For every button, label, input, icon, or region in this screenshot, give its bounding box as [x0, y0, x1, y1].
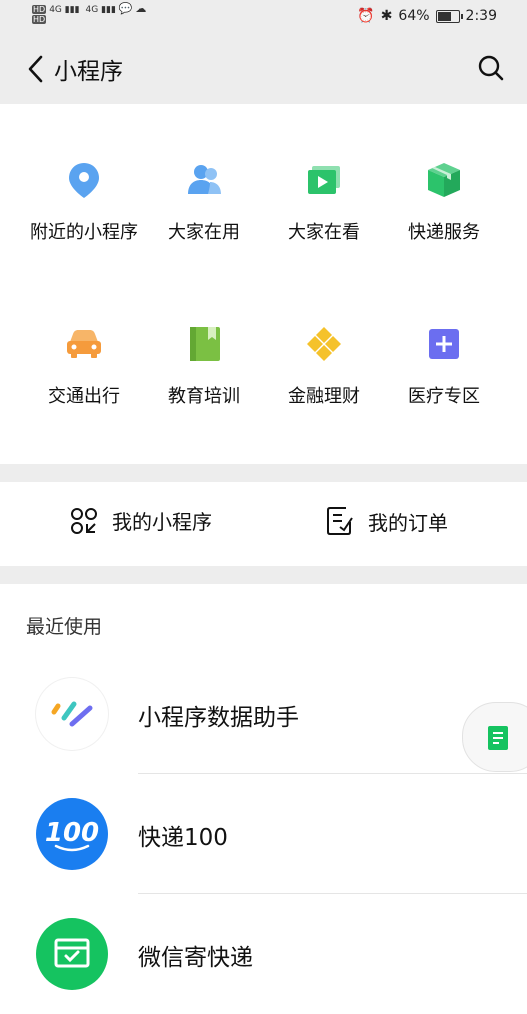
signal-icon: ▮▮▮ [64, 5, 80, 15]
hd-badge: HD [32, 5, 47, 14]
wechat-notification-icon: 💬 [118, 2, 133, 15]
my-orders-label: 我的订单 [368, 510, 448, 535]
category-label: 附近的小程序 [30, 222, 138, 243]
battery-icon [435, 9, 463, 23]
recent-item[interactable]: 100 快递100 [0, 774, 527, 894]
my-section: 我的小程序 我的订单 [0, 482, 527, 566]
category-transport[interactable]: 交通出行 [18, 324, 150, 408]
recent-item-name: 微信寄快递 [138, 945, 253, 971]
recent-item-name: 小程序数据助手 [138, 705, 299, 731]
clock: 2:39 [465, 8, 497, 24]
category-express[interactable]: 快递服务 [378, 160, 510, 244]
category-label: 大家在用 [168, 222, 240, 243]
floating-order-button[interactable] [462, 702, 527, 772]
location-pin-icon [69, 163, 99, 198]
search-icon[interactable] [477, 54, 505, 82]
category-finance[interactable]: 金融理财 [258, 324, 390, 408]
category-grid: 附近的小程序 大家在用 大家在看 快递服务 交通出行 教育培训 金融理财 医疗专… [0, 104, 527, 464]
nav-bar: 小程序 [0, 34, 527, 104]
cloud-notification-icon: ☁ [135, 2, 147, 15]
category-label: 金融理财 [288, 386, 360, 407]
diamond-icon [307, 327, 341, 361]
section-divider [0, 566, 527, 584]
hd-badge-2: HD [32, 15, 47, 24]
category-popular[interactable]: 大家在用 [138, 160, 270, 244]
status-indicators: HD 4G ▮▮▮ 4G ▮▮▮ 💬 ☁ HD [32, 2, 147, 25]
data-assistant-logo-icon [36, 678, 108, 750]
my-miniprograms-label: 我的小程序 [112, 510, 212, 534]
category-label: 医疗专区 [408, 386, 480, 407]
my-miniprograms-button[interactable]: 我的小程序 [70, 506, 212, 535]
status-right: ⏰ ✱ 64% 2:39 [357, 8, 497, 24]
kuaidi100-logo-icon: 100 [36, 798, 108, 870]
miniprogram-grid-icon [71, 507, 97, 534]
category-medical[interactable]: 医疗专区 [378, 324, 510, 408]
network-label-2: 4G [85, 5, 99, 15]
wechat-express-logo-icon [36, 918, 108, 990]
status-bar: HD 4G ▮▮▮ 4G ▮▮▮ 💬 ☁ HD ⏰ ✱ 64% 2:39 [0, 0, 527, 34]
people-icon [188, 165, 221, 194]
category-label: 教育培训 [168, 386, 240, 407]
book-icon [190, 327, 220, 361]
recent-item-name: 快递100 [138, 825, 228, 851]
car-icon [67, 330, 101, 358]
medical-plus-icon [429, 329, 459, 359]
recent-item[interactable]: 微信寄快递 [0, 894, 527, 1014]
bluetooth-icon: ✱ [380, 8, 393, 24]
back-arrow-icon[interactable] [22, 54, 52, 84]
category-education[interactable]: 教育培训 [138, 324, 270, 408]
category-label: 交通出行 [48, 386, 120, 407]
kuaidi100-logo-text: 100 [45, 818, 99, 848]
category-nearby[interactable]: 附近的小程序 [18, 160, 150, 244]
my-orders-button[interactable]: 我的订单 [326, 506, 448, 536]
document-icon [488, 726, 508, 750]
network-label: 4G [49, 5, 62, 15]
category-label: 大家在看 [288, 222, 360, 243]
battery-percent: 64% [398, 8, 430, 24]
video-icon [308, 166, 340, 194]
signal-icon-2: ▮▮▮ [101, 5, 116, 15]
page-title: 小程序 [54, 59, 123, 85]
section-divider [0, 464, 527, 482]
recent-item[interactable]: 小程序数据助手 [0, 654, 527, 774]
category-watching[interactable]: 大家在看 [258, 160, 390, 244]
alarm-icon: ⏰ [357, 8, 375, 24]
order-list-icon [327, 507, 353, 535]
recent-header: 最近使用 [26, 616, 103, 638]
package-icon [428, 163, 460, 197]
category-label: 快递服务 [408, 222, 480, 243]
